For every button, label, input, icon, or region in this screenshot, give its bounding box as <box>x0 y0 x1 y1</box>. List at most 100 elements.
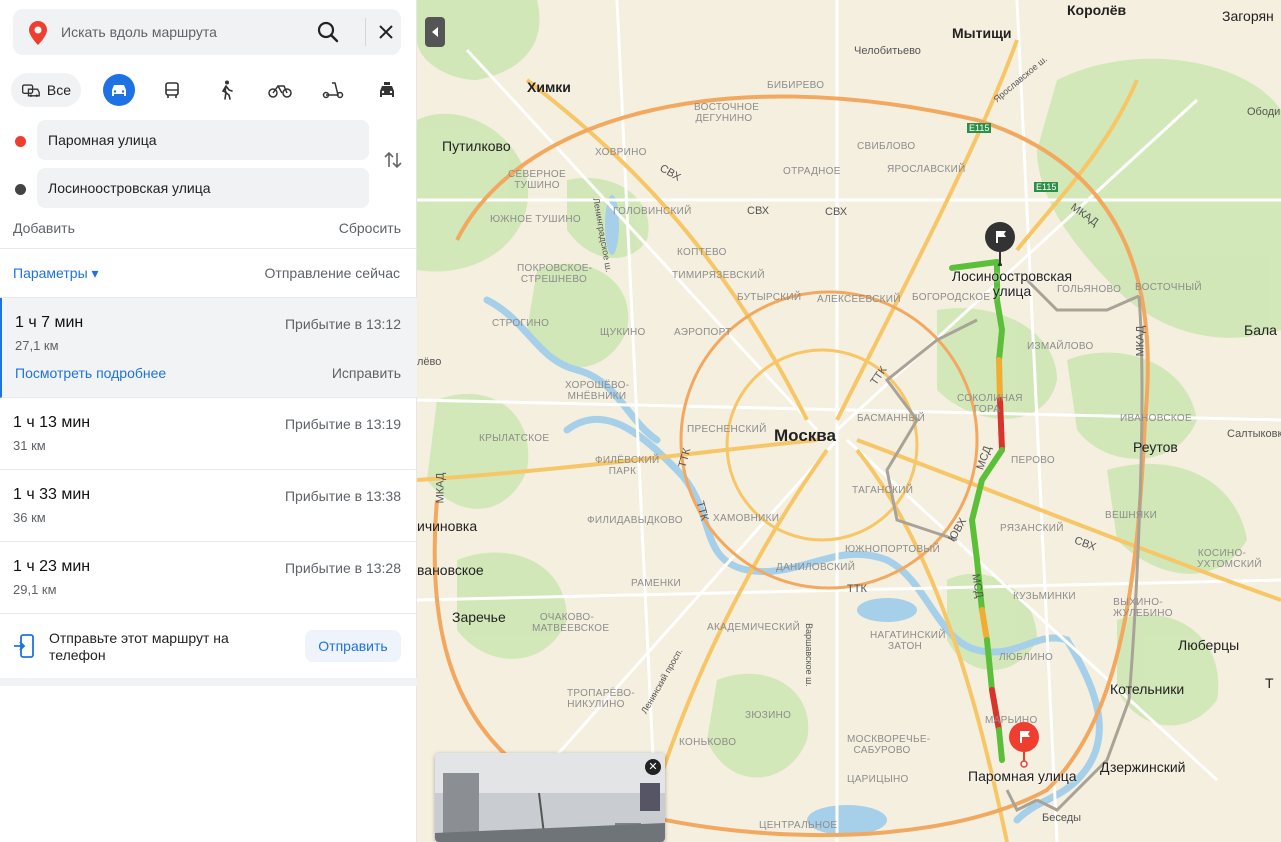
map-city-label: Люберцы <box>1178 637 1240 653</box>
map-city-label: Реутов <box>1133 439 1178 455</box>
map-district-label: Пресненский <box>687 424 767 435</box>
map-view[interactable]: Королёв Загорян Мытищи Химки Путилково М… <box>417 0 1281 842</box>
map-district-label: Бутырский <box>737 292 802 303</box>
map-city-label: Дзержинский <box>1100 759 1186 775</box>
map-district-label: Головинский <box>613 206 692 217</box>
collapse-panel-button[interactable] <box>425 17 445 47</box>
map-district-label: Алексеевский <box>817 294 901 305</box>
add-point-button[interactable]: Добавить <box>13 220 75 236</box>
taxi-icon <box>380 82 394 97</box>
send-button[interactable]: Отправить <box>305 630 401 662</box>
route-arrival: Прибытие в 13:19 <box>284 416 401 432</box>
route-to-field[interactable]: Лосиноостровская улица <box>37 168 369 208</box>
mode-bike-button[interactable] <box>264 73 296 107</box>
route-arrival: Прибытие в 13:28 <box>284 560 401 576</box>
destination-marker[interactable] <box>983 222 1017 271</box>
street-panorama-preview[interactable]: ✕ <box>435 753 665 842</box>
map-district-label: Центральное <box>759 820 838 831</box>
map-district-label: Очаково-Матвеевское <box>532 612 610 634</box>
map-district-label: Коптево <box>677 247 727 258</box>
map-district-label: Восточное Дегунино <box>694 102 760 124</box>
search-icon[interactable] <box>317 21 339 43</box>
origin-label: Паромная улица <box>968 768 1077 784</box>
map-district-label: Тропарёво-Никулино <box>567 688 635 710</box>
map-city-label: Заречье <box>452 609 506 625</box>
close-panorama-button[interactable]: ✕ <box>645 759 661 775</box>
route-from-field[interactable]: Паромная улица <box>37 120 369 160</box>
mode-bus-button[interactable] <box>156 73 188 107</box>
map-district-label: Коньково <box>679 737 737 748</box>
map-city-label: лёво <box>417 356 442 368</box>
phone-send-icon <box>14 634 34 658</box>
map-district-label: Крылатское <box>479 433 550 444</box>
map-district-label: Филёвский парк <box>595 455 660 477</box>
map-district-label: Зюзино <box>745 710 792 721</box>
map-city-label: Бала <box>1244 322 1277 338</box>
route-fix-link[interactable]: Исправить <box>332 365 401 381</box>
map-road-shield: E115 <box>967 123 992 133</box>
map-city-label: Загорян <box>1222 8 1274 24</box>
mode-all-button[interactable]: Все <box>11 73 81 107</box>
map-district-label: Тимирязевский <box>672 270 765 281</box>
route-distance: 29,1 км <box>13 582 57 597</box>
route-distance: 31 км <box>13 438 46 453</box>
route-duration: 1 ч 23 мин <box>13 558 91 575</box>
route-option-3[interactable]: 1 ч 33 мин 36 км Прибытие в 13:38 <box>0 470 417 542</box>
map-district-label: Нагатинский затон <box>870 630 946 652</box>
search-placeholder[interactable]: Искать вдоль маршрута <box>61 24 217 40</box>
route-duration: 1 ч 33 мин <box>13 486 91 503</box>
swap-points-icon[interactable] <box>382 149 404 171</box>
map-road-label: СВХ <box>825 206 848 218</box>
panel-bottom-strip <box>0 678 417 686</box>
send-route-text: Отправьте этот маршрут на телефон <box>49 630 229 663</box>
walk-icon <box>221 80 233 100</box>
map-road-shield: E115 <box>1034 182 1059 192</box>
chevron-left-icon <box>432 27 438 37</box>
map-road-label: ТТК <box>847 583 867 595</box>
mode-scooter-button[interactable] <box>317 73 349 107</box>
route-search-box[interactable]: Искать вдоль маршрута <box>13 9 401 55</box>
map-district-label: Академический <box>707 622 801 633</box>
route-details-link[interactable]: Посмотреть подробнее <box>15 365 166 381</box>
route-arrival: Прибытие в 13:12 <box>284 316 401 332</box>
route-option-1[interactable]: 1 ч 7 мин 27,1 км Прибытие в 13:12 Посмо… <box>0 298 417 398</box>
map-city-label: Котельники <box>1110 681 1185 697</box>
divider <box>0 248 417 249</box>
map-road-label: Варшавское ш. <box>803 623 814 687</box>
map-district-label: Таганский <box>852 485 914 496</box>
map-district-label: Ивановское <box>1120 413 1192 424</box>
all-transport-icon <box>21 84 40 98</box>
route-option-4[interactable]: 1 ч 23 мин 29,1 км Прибытие в 13:28 <box>0 542 417 614</box>
map-district-label: Северное Тушино <box>508 169 566 191</box>
mode-walk-button[interactable] <box>210 73 242 107</box>
map-district-label: Москворечье-Сабурово <box>847 734 931 756</box>
search-separator <box>365 18 366 46</box>
map-city-label: Мытищи <box>952 25 1012 41</box>
map-district-label: Хорошёво-Мнёвники <box>565 380 630 402</box>
mode-taxi-button[interactable] <box>371 73 403 107</box>
route-from-value[interactable]: Паромная улица <box>48 132 157 148</box>
location-pin-icon <box>29 21 47 45</box>
map-district-label: Отрадное <box>783 166 841 177</box>
route-to-value[interactable]: Лосиноостровская улица <box>48 180 211 196</box>
mode-car-button[interactable] <box>103 74 135 106</box>
send-to-phone: Отправьте этот маршрут на телефон Отправ… <box>0 614 417 678</box>
parameters-dropdown[interactable]: Параметры ▾ <box>13 265 99 282</box>
map-road-label: МКАД <box>434 472 447 504</box>
map-district-label: Царицыно <box>847 774 909 785</box>
map-district-label: Свиблово <box>857 141 916 152</box>
map-district-label: Вешняки <box>1105 510 1158 521</box>
reset-button[interactable]: Сбросить <box>339 220 401 236</box>
map-district-label: Люблино <box>999 652 1054 663</box>
map-district-label: Хамовники <box>713 513 780 524</box>
departure-time[interactable]: Отправление сейчас <box>265 265 400 281</box>
bus-icon <box>165 82 179 98</box>
map-district-label: Рязанский <box>1000 523 1064 534</box>
route-option-2[interactable]: 1 ч 13 мин 31 км Прибытие в 13:19 <box>0 398 417 470</box>
map-city-label: ичиновка <box>417 518 478 534</box>
map-district-label: Соколиная гора <box>957 393 1023 415</box>
map-district-label: Басманный <box>857 413 926 424</box>
origin-marker[interactable] <box>1007 720 1041 773</box>
map-district-label: Даниловский <box>776 562 856 573</box>
close-icon[interactable] <box>377 23 395 41</box>
